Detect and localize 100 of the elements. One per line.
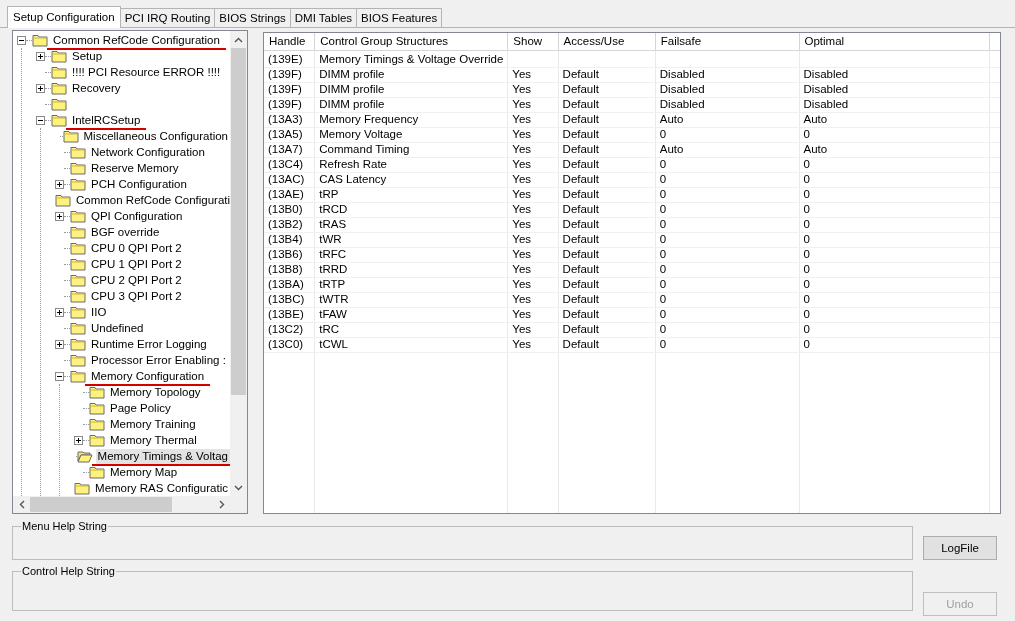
table-cell: Yes (512, 203, 532, 215)
vertical-scrollbar[interactable] (230, 31, 247, 496)
column-header[interactable]: Optimal (799, 33, 990, 50)
table-cell: tFAW (319, 308, 347, 320)
tree-item[interactable]: Memory Map (108, 464, 180, 480)
tree-item[interactable]: CPU 2 QPI Port 2 (89, 272, 184, 288)
collapse-icon[interactable] (17, 35, 26, 45)
folder-icon (51, 81, 67, 95)
tree-item[interactable]: Common RefCode Configurati (74, 192, 230, 208)
expand-icon[interactable] (36, 83, 45, 93)
column-header[interactable]: Handle (264, 33, 315, 50)
tree-item[interactable]: Memory Thermal (108, 432, 199, 448)
tree-item[interactable]: Processor Error Enabling : (89, 352, 228, 368)
tab[interactable]: BIOS Features (356, 8, 443, 27)
tab[interactable]: PCI IRQ Routing (119, 8, 216, 27)
table-cell: tRCD (319, 203, 348, 215)
button[interactable]: LogFile (923, 536, 997, 560)
tree-item[interactable]: Setup (70, 48, 105, 64)
table-cell: 0 (659, 293, 667, 305)
table-cell: Yes (512, 83, 532, 95)
table-cell: 0 (659, 308, 667, 320)
folder-icon (74, 481, 91, 495)
folder-icon (89, 417, 105, 431)
table-cell: Default (562, 278, 599, 290)
tree-item[interactable]: Recovery (70, 80, 123, 96)
tab[interactable]: Setup Configuration (7, 6, 121, 28)
table-cell: (13A3) (268, 113, 303, 125)
table-cell: (139E) (268, 53, 303, 65)
table-cell: Yes (512, 128, 532, 140)
table-cell: 0 (803, 233, 810, 245)
folder-icon (70, 353, 86, 367)
column-header[interactable]: Access/Use (558, 33, 656, 50)
table-cell: tCWL (319, 338, 348, 350)
tree-item[interactable]: Page Policy (108, 400, 173, 416)
table-cell: 0 (803, 218, 810, 230)
tree-item[interactable]: Memory Timings & Voltag (95, 448, 230, 464)
table-cell: (13BE) (268, 308, 304, 320)
expand-icon[interactable] (36, 51, 45, 61)
table-cell: (13B6) (268, 248, 303, 260)
tree-item[interactable]: Memory Topology (108, 384, 203, 400)
table-cell: Yes (512, 188, 532, 200)
table-cell: (13AC) (268, 173, 305, 185)
collapse-icon[interactable] (55, 371, 64, 381)
scrollbar-thumb[interactable] (231, 48, 246, 395)
expand-icon[interactable] (55, 179, 64, 189)
table-cell: Yes (512, 218, 532, 230)
tree-item[interactable]: Memory Training (108, 416, 198, 432)
table-cell: Yes (512, 278, 532, 290)
tree-item[interactable]: Undefined (89, 320, 146, 336)
expand-icon[interactable] (55, 339, 64, 349)
folder-icon (70, 337, 86, 351)
table-cell: (139F) (268, 83, 302, 95)
column-header[interactable]: Control Group Structures (314, 33, 508, 50)
tree-item[interactable]: CPU 3 QPI Port 2 (89, 288, 184, 304)
table-cell: Default (562, 233, 599, 245)
table-cell: Yes (512, 158, 532, 170)
tree-item[interactable]: BGF override (89, 224, 162, 240)
tab[interactable]: BIOS Strings (214, 8, 291, 27)
folder-icon (62, 129, 79, 143)
folder-icon (89, 385, 105, 399)
tree-item[interactable]: !!!! PCI Resource ERROR !!!! (70, 64, 223, 80)
tree-item[interactable]: Runtime Error Logging (89, 336, 209, 352)
table-cell: Yes (512, 173, 532, 185)
table-cell: 0 (803, 173, 810, 185)
folder-icon (70, 225, 86, 239)
folder-icon (70, 257, 86, 271)
tree-item[interactable]: IntelRCSetup (70, 112, 143, 128)
table-cell: Default (562, 308, 599, 320)
table-cell: DIMM profile (319, 98, 385, 110)
table-cell: 0 (659, 188, 667, 200)
table-cell: Yes (512, 293, 532, 305)
tree-item[interactable]: CPU 0 QPI Port 2 (89, 240, 184, 256)
expand-icon[interactable] (55, 211, 64, 221)
tree-item[interactable]: IIO (89, 304, 109, 320)
expand-icon[interactable] (55, 307, 64, 317)
tree-item[interactable]: CPU 1 QPI Port 2 (89, 256, 184, 272)
tree-item[interactable]: QPI Configuration (89, 208, 185, 224)
folder-icon (70, 289, 86, 303)
table-cell: Auto (803, 113, 828, 125)
collapse-icon[interactable] (36, 115, 45, 125)
tree-item[interactable]: Miscellaneous Configuration (81, 128, 230, 144)
horizontal-scrollbar[interactable] (13, 496, 247, 513)
folder-icon (51, 49, 67, 63)
tree-item[interactable]: Network Configuration (89, 144, 207, 160)
tree-item[interactable]: Memory RAS Configuratic (93, 480, 230, 496)
folder-icon (70, 305, 86, 319)
tree-item[interactable]: Common RefCode Configuration (51, 32, 222, 48)
table-cell: 0 (659, 203, 667, 215)
expand-icon[interactable] (74, 435, 83, 445)
tree-item[interactable]: Reserve Memory (89, 160, 181, 176)
folder-icon (70, 145, 86, 159)
tree-item[interactable]: PCH Configuration (89, 176, 189, 192)
folder-icon (70, 273, 86, 287)
column-header[interactable]: Show (507, 33, 559, 50)
table-cell: (13C4) (268, 158, 304, 170)
column-header[interactable]: Failsafe (655, 33, 799, 50)
scrollbar-thumb[interactable] (30, 497, 172, 512)
tree-item[interactable]: Memory Configuration (89, 368, 207, 384)
table-cell: (13B0) (268, 203, 303, 215)
table-cell: Auto (659, 143, 684, 155)
